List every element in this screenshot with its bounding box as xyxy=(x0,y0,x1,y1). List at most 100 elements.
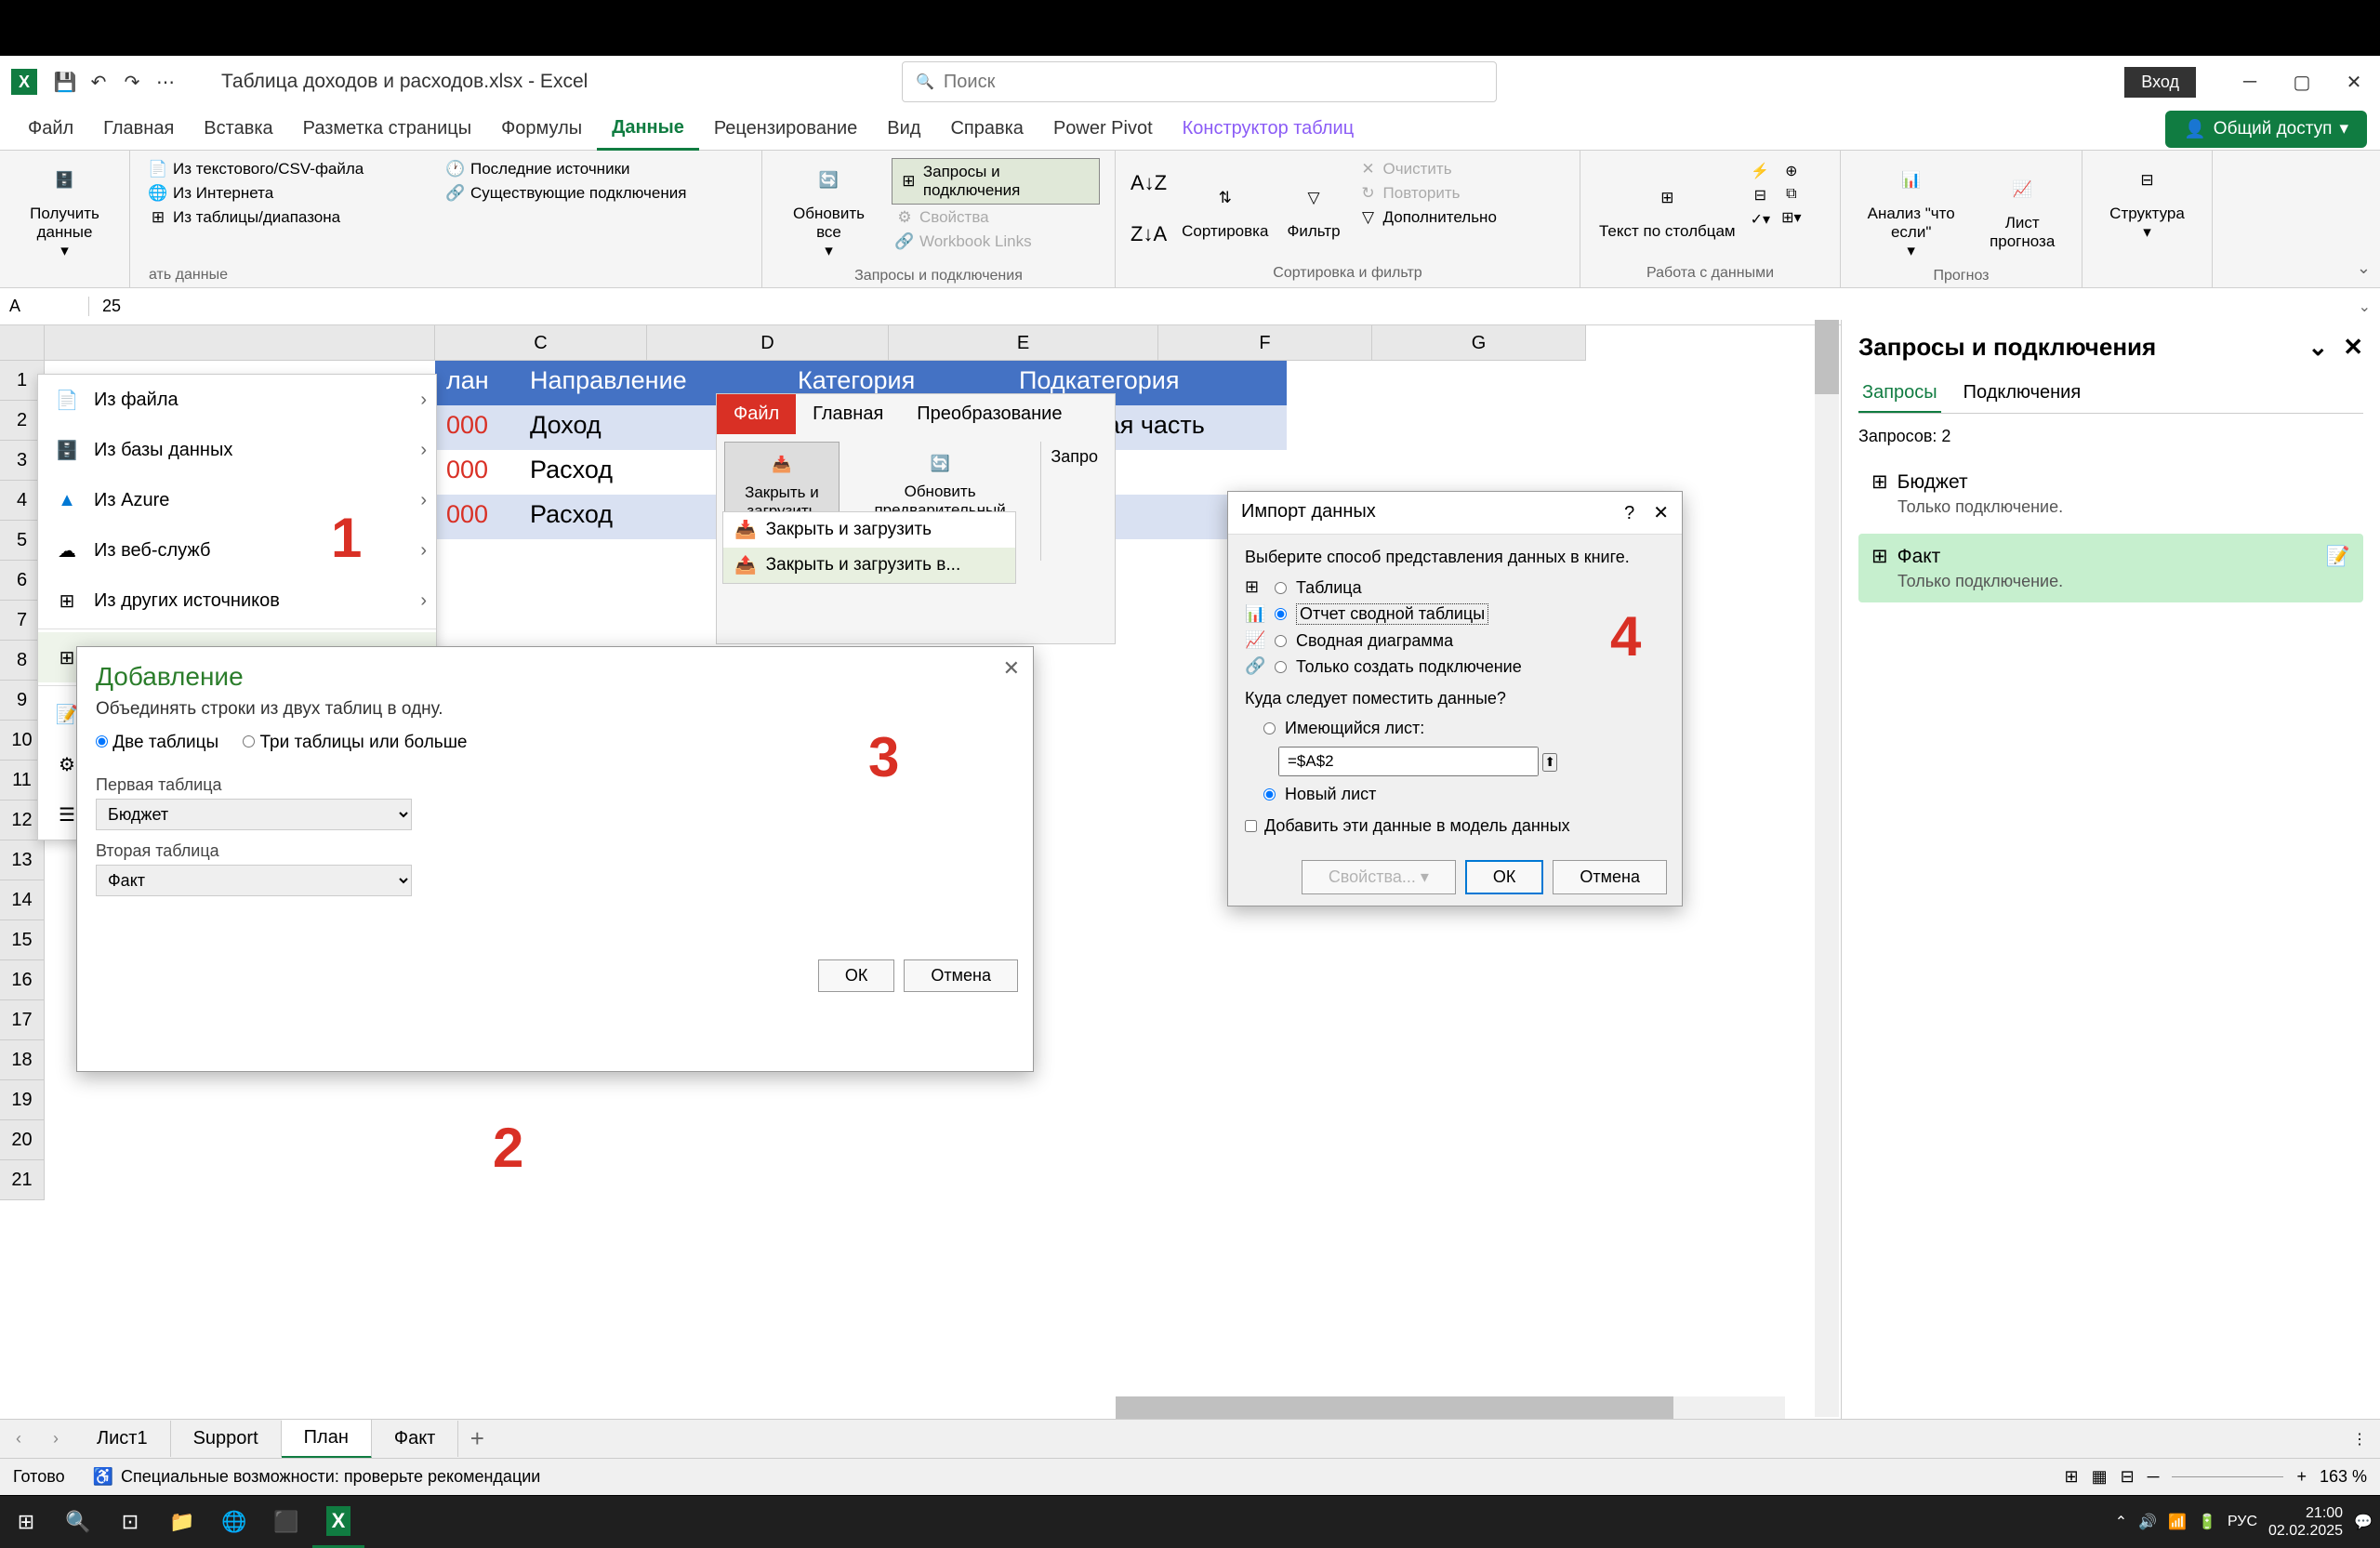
tab-file[interactable]: Файл xyxy=(13,109,88,149)
radio-three-tables[interactable]: Три таблицы или больше xyxy=(243,733,467,753)
pq-tab-file[interactable]: Файл xyxy=(717,394,796,434)
row-16[interactable]: 16 xyxy=(0,960,45,1000)
col-g[interactable]: G xyxy=(1372,325,1586,361)
excel-taskbar-icon[interactable]: X xyxy=(312,1496,364,1548)
undo-icon[interactable]: ↶ xyxy=(84,67,113,97)
col-d[interactable]: D xyxy=(647,325,889,361)
volume-icon[interactable]: 🔊 xyxy=(2138,1513,2157,1531)
select-all-corner[interactable] xyxy=(0,325,45,361)
tab-pagelayout[interactable]: Разметка страницы xyxy=(288,109,486,149)
radio-chart[interactable] xyxy=(1275,635,1287,647)
tab-review[interactable]: Рецензирование xyxy=(699,109,872,149)
reapply-button[interactable]: ↻Повторить xyxy=(1355,182,1501,205)
help-icon[interactable]: ? xyxy=(1624,503,1634,523)
share-button[interactable]: 👤 Общий доступ ▾ xyxy=(2165,111,2367,148)
tab-powerpivot[interactable]: Power Pivot xyxy=(1038,109,1168,149)
pq-tab-transform[interactable]: Преобразование xyxy=(900,394,1078,434)
maximize-button[interactable]: ▢ xyxy=(2276,63,2328,100)
close-load-to[interactable]: 📤Закрыть и загрузить в... xyxy=(723,548,1015,583)
datamodel-icon[interactable]: ⊞▾ xyxy=(1781,208,1801,227)
existing-conn-button[interactable]: 🔗Существующие подключения xyxy=(443,182,690,205)
sheet-options-icon[interactable]: ⋮ xyxy=(2352,1430,2367,1449)
advanced-filter-button[interactable]: ▽Дополнительно xyxy=(1355,206,1501,229)
battery-icon[interactable]: 🔋 xyxy=(2198,1513,2216,1531)
chevron-down-icon[interactable]: ⌄ xyxy=(2307,333,2328,361)
sheet-tab-support[interactable]: Support xyxy=(171,1421,282,1457)
cell-ref-input[interactable] xyxy=(1278,747,1539,776)
redo-icon[interactable]: ↷ xyxy=(117,67,147,97)
radio-new-sheet[interactable] xyxy=(1263,788,1276,800)
network-icon[interactable]: 📶 xyxy=(2168,1513,2187,1531)
pane-tab-connections[interactable]: Подключения xyxy=(1960,375,2085,413)
query-item-budget[interactable]: ⊞Бюджет Только подключение. xyxy=(1858,459,2363,528)
validation-icon[interactable]: ✓▾ xyxy=(1751,210,1770,229)
text-to-columns-button[interactable]: ⊞Текст по столбцам xyxy=(1590,156,1745,261)
save-icon[interactable]: 💾 xyxy=(50,67,80,97)
row-15[interactable]: 15 xyxy=(0,920,45,960)
import-properties-button[interactable]: Свойства... ▾ xyxy=(1302,860,1456,894)
properties-button[interactable]: ⚙Свойства xyxy=(892,206,1100,229)
workbook-links-button[interactable]: 🔗Workbook Links xyxy=(892,231,1100,253)
view-break-icon[interactable]: ⊟ xyxy=(2121,1467,2135,1487)
menu-from-file[interactable]: 📄Из файла› xyxy=(38,375,436,425)
col-f[interactable]: F xyxy=(1158,325,1372,361)
tab-home[interactable]: Главная xyxy=(88,109,189,149)
queries-connections-button[interactable]: ⊞Запросы и подключения xyxy=(892,158,1100,205)
tab-data[interactable]: Данные xyxy=(597,108,699,151)
col-c[interactable]: C xyxy=(435,325,647,361)
cell[interactable]: 000 xyxy=(435,405,519,450)
tab-view[interactable]: Вид xyxy=(872,109,935,149)
cell[interactable]: 000 xyxy=(435,495,519,539)
terminal-icon[interactable]: ⬛ xyxy=(260,1496,312,1548)
import-cancel-button[interactable]: Отмена xyxy=(1553,860,1667,894)
sheet-nav-next[interactable]: › xyxy=(37,1429,74,1449)
edit-icon[interactable]: 📝 xyxy=(2326,546,2350,568)
clock[interactable]: 21:00 02.02.2025 xyxy=(2268,1504,2343,1540)
accessibility-icon[interactable]: ♿ xyxy=(93,1467,113,1487)
close-load-default[interactable]: 📥Закрыть и загрузить xyxy=(723,512,1015,548)
tab-insert[interactable]: Вставка xyxy=(189,109,287,149)
flash-fill-icon[interactable]: ⚡ xyxy=(1751,162,1770,180)
view-layout-icon[interactable]: ▦ xyxy=(2092,1467,2108,1487)
add-sheet-button[interactable]: + xyxy=(458,1424,496,1453)
sheet-nav-prev[interactable]: ‹ xyxy=(0,1429,37,1449)
menu-from-azure[interactable]: ▲Из Azure› xyxy=(38,475,436,525)
menu-from-web[interactable]: ☁Из веб-служб› xyxy=(38,525,436,576)
tab-formulas[interactable]: Формулы xyxy=(486,109,597,149)
refresh-all-button[interactable]: 🔄 Обновить все▾ xyxy=(772,156,886,264)
zoom-slider[interactable] xyxy=(2172,1476,2283,1477)
select-first-table[interactable]: Бюджет xyxy=(96,799,412,830)
minimize-button[interactable]: ─ xyxy=(2224,63,2276,100)
filter-button[interactable]: ▽Фильтр xyxy=(1277,156,1349,261)
checkbox-add-model[interactable] xyxy=(1245,820,1257,832)
select-second-table[interactable]: Факт xyxy=(96,865,412,896)
cell[interactable]: 000 xyxy=(435,450,519,495)
formula-expand-icon[interactable]: ⌄ xyxy=(2359,298,2371,316)
row-17[interactable]: 17 xyxy=(0,1000,45,1040)
start-button[interactable]: ⊞ xyxy=(0,1496,52,1548)
sheet-tab-list1[interactable]: Лист1 xyxy=(74,1421,171,1457)
consolidate-icon[interactable]: ⊕ xyxy=(1781,162,1801,180)
recent-sources-button[interactable]: 🕐Последние источники xyxy=(443,158,690,180)
get-data-button[interactable]: 🗄️ Получить данные▾ xyxy=(9,156,120,264)
pane-tab-queries[interactable]: Запросы xyxy=(1858,375,1941,413)
pq-tab-home[interactable]: Главная xyxy=(796,394,900,434)
row-14[interactable]: 14 xyxy=(0,880,45,920)
tab-help[interactable]: Справка xyxy=(935,109,1038,149)
zoom-in-button[interactable]: + xyxy=(2296,1467,2307,1487)
menu-from-other[interactable]: ⊞Из других источников› xyxy=(38,576,436,626)
search-taskbar-icon[interactable]: 🔍 xyxy=(52,1496,104,1548)
menu-from-db[interactable]: 🗄️Из базы данных› xyxy=(38,425,436,475)
radio-table[interactable] xyxy=(1275,582,1287,594)
radio-pivot[interactable] xyxy=(1275,608,1287,620)
tab-tabledesign[interactable]: Конструктор таблиц xyxy=(1168,109,1369,149)
sheet-tab-fact[interactable]: Факт xyxy=(372,1421,458,1457)
ribbon-collapse-icon[interactable]: ⌄ xyxy=(2357,258,2371,278)
append-cancel-button[interactable]: Отмена xyxy=(904,959,1018,992)
remove-dup-icon[interactable]: ⊟ xyxy=(1751,186,1770,205)
relationships-icon[interactable]: ⧉ xyxy=(1781,186,1801,203)
outline-button[interactable]: ⊟Структура▾ xyxy=(2092,156,2202,245)
task-view-icon[interactable]: ⊡ xyxy=(104,1496,156,1548)
row-13[interactable]: 13 xyxy=(0,840,45,880)
col-header[interactable] xyxy=(45,325,435,361)
